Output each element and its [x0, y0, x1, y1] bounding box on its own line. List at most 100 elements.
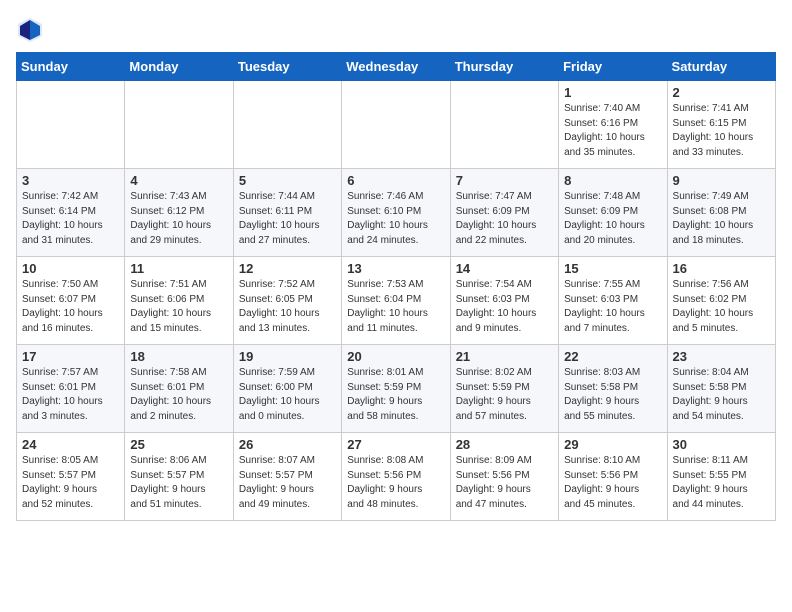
- calendar-week-row: 10 Sunrise: 7:50 AM Sunset: 6:07 PM Dayli…: [17, 257, 776, 345]
- day-number: 10: [22, 261, 119, 276]
- day-info: Sunrise: 7:54 AM Sunset: 6:03 PM Dayligh…: [456, 278, 553, 336]
- calendar-header-row: SundayMondayTuesdayWednesdayThursdayFrid…: [17, 53, 776, 81]
- day-number: 5: [239, 173, 336, 188]
- day-info: Sunrise: 8:01 AM Sunset: 5:59 PM Dayligh…: [347, 366, 444, 424]
- calendar-cell: [125, 81, 233, 169]
- day-info: Sunrise: 7:50 AM Sunset: 6:07 PM Dayligh…: [22, 278, 119, 336]
- day-info: Sunrise: 7:53 AM Sunset: 6:04 PM Dayligh…: [347, 278, 444, 336]
- day-number: 3: [22, 173, 119, 188]
- calendar-cell: 21 Sunrise: 8:02 AM Sunset: 5:59 PM Dayli…: [450, 345, 558, 433]
- day-info: Sunrise: 8:06 AM Sunset: 5:57 PM Dayligh…: [130, 454, 227, 512]
- calendar-cell: 14 Sunrise: 7:54 AM Sunset: 6:03 PM Dayli…: [450, 257, 558, 345]
- calendar-cell: 1Sunrise: 7:40 AM Sunset: 6:16 PM Daylig…: [559, 81, 667, 169]
- day-info: Sunrise: 7:56 AM Sunset: 6:02 PM Dayligh…: [673, 278, 770, 336]
- calendar-week-row: 3 Sunrise: 7:42 AM Sunset: 6:14 PM Daylig…: [17, 169, 776, 257]
- day-number: 23: [673, 349, 770, 364]
- calendar-cell: 27 Sunrise: 8:08 AM Sunset: 5:56 PM Dayli…: [342, 433, 450, 521]
- calendar-cell: 17 Sunrise: 7:57 AM Sunset: 6:01 PM Dayli…: [17, 345, 125, 433]
- calendar-cell: 22 Sunrise: 8:03 AM Sunset: 5:58 PM Dayli…: [559, 345, 667, 433]
- calendar-cell: 25 Sunrise: 8:06 AM Sunset: 5:57 PM Dayli…: [125, 433, 233, 521]
- day-number: 16: [673, 261, 770, 276]
- day-number: 26: [239, 437, 336, 452]
- day-number: 29: [564, 437, 661, 452]
- day-info: Sunrise: 8:05 AM Sunset: 5:57 PM Dayligh…: [22, 454, 119, 512]
- day-info: Sunrise: 8:04 AM Sunset: 5:58 PM Dayligh…: [673, 366, 770, 424]
- calendar-week-row: 1Sunrise: 7:40 AM Sunset: 6:16 PM Daylig…: [17, 81, 776, 169]
- calendar-cell: 2Sunrise: 7:41 AM Sunset: 6:15 PM Daylig…: [667, 81, 775, 169]
- day-number: 21: [456, 349, 553, 364]
- calendar-cell: 15 Sunrise: 7:55 AM Sunset: 6:03 PM Dayli…: [559, 257, 667, 345]
- calendar-cell: 6 Sunrise: 7:46 AM Sunset: 6:10 PM Daylig…: [342, 169, 450, 257]
- day-number: 30: [673, 437, 770, 452]
- day-header-monday: Monday: [125, 53, 233, 81]
- calendar-cell: 5 Sunrise: 7:44 AM Sunset: 6:11 PM Daylig…: [233, 169, 341, 257]
- calendar-cell: 30 Sunrise: 8:11 AM Sunset: 5:55 PM Dayli…: [667, 433, 775, 521]
- day-number: 2: [673, 85, 770, 100]
- calendar-cell: 9 Sunrise: 7:49 AM Sunset: 6:08 PM Daylig…: [667, 169, 775, 257]
- calendar-cell: 8Sunrise: 7:48 AM Sunset: 6:09 PM Daylig…: [559, 169, 667, 257]
- day-number: 13: [347, 261, 444, 276]
- day-header-wednesday: Wednesday: [342, 53, 450, 81]
- day-info: Sunrise: 7:42 AM Sunset: 6:14 PM Dayligh…: [22, 190, 119, 248]
- day-info: Sunrise: 8:02 AM Sunset: 5:59 PM Dayligh…: [456, 366, 553, 424]
- day-info: Sunrise: 7:43 AM Sunset: 6:12 PM Dayligh…: [130, 190, 227, 248]
- day-number: 28: [456, 437, 553, 452]
- day-info: Sunrise: 7:59 AM Sunset: 6:00 PM Dayligh…: [239, 366, 336, 424]
- day-info: Sunrise: 7:48 AM Sunset: 6:09 PM Dayligh…: [564, 190, 661, 248]
- calendar-cell: 29 Sunrise: 8:10 AM Sunset: 5:56 PM Dayli…: [559, 433, 667, 521]
- day-info: Sunrise: 7:55 AM Sunset: 6:03 PM Dayligh…: [564, 278, 661, 336]
- day-number: 27: [347, 437, 444, 452]
- day-info: Sunrise: 8:07 AM Sunset: 5:57 PM Dayligh…: [239, 454, 336, 512]
- calendar-cell: 28 Sunrise: 8:09 AM Sunset: 5:56 PM Dayli…: [450, 433, 558, 521]
- day-header-tuesday: Tuesday: [233, 53, 341, 81]
- day-number: 25: [130, 437, 227, 452]
- day-info: Sunrise: 7:57 AM Sunset: 6:01 PM Dayligh…: [22, 366, 119, 424]
- day-number: 7: [456, 173, 553, 188]
- day-number: 17: [22, 349, 119, 364]
- day-number: 22: [564, 349, 661, 364]
- day-number: 15: [564, 261, 661, 276]
- day-number: 18: [130, 349, 227, 364]
- day-number: 6: [347, 173, 444, 188]
- day-header-saturday: Saturday: [667, 53, 775, 81]
- day-number: 20: [347, 349, 444, 364]
- day-info: Sunrise: 8:11 AM Sunset: 5:55 PM Dayligh…: [673, 454, 770, 512]
- calendar-cell: 4 Sunrise: 7:43 AM Sunset: 6:12 PM Daylig…: [125, 169, 233, 257]
- calendar-cell: [17, 81, 125, 169]
- day-info: Sunrise: 8:09 AM Sunset: 5:56 PM Dayligh…: [456, 454, 553, 512]
- day-info: Sunrise: 8:10 AM Sunset: 5:56 PM Dayligh…: [564, 454, 661, 512]
- day-info: Sunrise: 7:49 AM Sunset: 6:08 PM Dayligh…: [673, 190, 770, 248]
- calendar-cell: 7 Sunrise: 7:47 AM Sunset: 6:09 PM Daylig…: [450, 169, 558, 257]
- day-number: 14: [456, 261, 553, 276]
- day-info: Sunrise: 8:08 AM Sunset: 5:56 PM Dayligh…: [347, 454, 444, 512]
- page-header: [16, 16, 776, 44]
- calendar-cell: 16 Sunrise: 7:56 AM Sunset: 6:02 PM Dayli…: [667, 257, 775, 345]
- day-info: Sunrise: 7:47 AM Sunset: 6:09 PM Dayligh…: [456, 190, 553, 248]
- day-header-friday: Friday: [559, 53, 667, 81]
- calendar-cell: 18 Sunrise: 7:58 AM Sunset: 6:01 PM Dayli…: [125, 345, 233, 433]
- calendar-cell: 12Sunrise: 7:52 AM Sunset: 6:05 PM Dayli…: [233, 257, 341, 345]
- calendar-cell: 24Sunrise: 8:05 AM Sunset: 5:57 PM Dayli…: [17, 433, 125, 521]
- calendar-cell: 3 Sunrise: 7:42 AM Sunset: 6:14 PM Daylig…: [17, 169, 125, 257]
- day-info: Sunrise: 7:51 AM Sunset: 6:06 PM Dayligh…: [130, 278, 227, 336]
- calendar-cell: [450, 81, 558, 169]
- day-number: 4: [130, 173, 227, 188]
- calendar-cell: 19 Sunrise: 7:59 AM Sunset: 6:00 PM Dayli…: [233, 345, 341, 433]
- calendar-cell: 10 Sunrise: 7:50 AM Sunset: 6:07 PM Dayli…: [17, 257, 125, 345]
- calendar-cell: 20 Sunrise: 8:01 AM Sunset: 5:59 PM Dayli…: [342, 345, 450, 433]
- calendar-week-row: 24Sunrise: 8:05 AM Sunset: 5:57 PM Dayli…: [17, 433, 776, 521]
- calendar-cell: 13 Sunrise: 7:53 AM Sunset: 6:04 PM Dayli…: [342, 257, 450, 345]
- day-header-sunday: Sunday: [17, 53, 125, 81]
- day-info: Sunrise: 8:03 AM Sunset: 5:58 PM Dayligh…: [564, 366, 661, 424]
- calendar-cell: 11 Sunrise: 7:51 AM Sunset: 6:06 PM Dayli…: [125, 257, 233, 345]
- day-info: Sunrise: 7:44 AM Sunset: 6:11 PM Dayligh…: [239, 190, 336, 248]
- day-info: Sunrise: 7:58 AM Sunset: 6:01 PM Dayligh…: [130, 366, 227, 424]
- day-info: Sunrise: 7:46 AM Sunset: 6:10 PM Dayligh…: [347, 190, 444, 248]
- day-number: 11: [130, 261, 227, 276]
- day-info: Sunrise: 7:52 AM Sunset: 6:05 PM Dayligh…: [239, 278, 336, 336]
- logo-icon: [16, 16, 44, 44]
- day-number: 1: [564, 85, 661, 100]
- day-number: 9: [673, 173, 770, 188]
- logo: [16, 16, 48, 44]
- day-number: 19: [239, 349, 336, 364]
